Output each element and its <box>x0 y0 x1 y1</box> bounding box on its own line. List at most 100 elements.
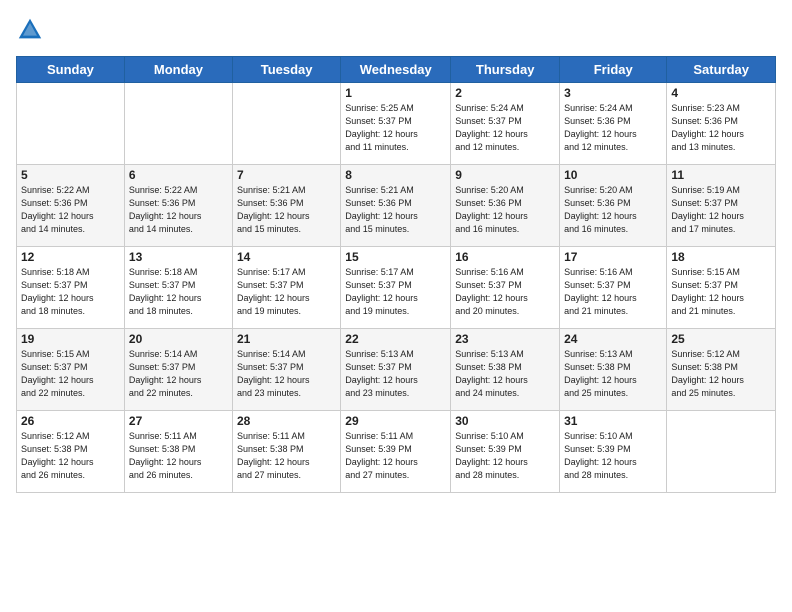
day-number: 27 <box>129 414 228 428</box>
calendar-day-cell: 12Sunrise: 5:18 AM Sunset: 5:37 PM Dayli… <box>17 247 125 329</box>
day-number: 28 <box>237 414 336 428</box>
calendar-day-cell <box>17 83 125 165</box>
calendar-week-row: 1 Sunrise: 5:25 AM Sunset: 5:37 PM Daylig… <box>17 83 776 165</box>
day-info: Sunrise: 5:20 AM Sunset: 5:36 PM Dayligh… <box>455 184 555 236</box>
calendar-week-row: 5 Sunrise: 5:22 AM Sunset: 5:36 PM Daylig… <box>17 165 776 247</box>
day-info: Sunrise: 5:22 AM Sunset: 5:36 PM Dayligh… <box>21 184 120 236</box>
calendar-day-cell: 31 Sunrise: 5:10 AM Sunset: 5:39 PM Dayli… <box>560 411 667 493</box>
day-number: 16 <box>455 250 555 264</box>
day-info: Sunrise: 5:21 AM Sunset: 5:36 PM Dayligh… <box>237 184 336 236</box>
day-number: 20 <box>129 332 228 346</box>
day-info: Sunrise: 5:13 AM Sunset: 5:37 PM Dayligh… <box>345 348 446 400</box>
calendar-day-cell: 16 Sunrise: 5:16 AM Sunset: 5:37 PM Dayli… <box>451 247 560 329</box>
day-header: Thursday <box>451 57 560 83</box>
day-info: Sunrise: 5:14 AM Sunset: 5:37 PM Dayligh… <box>237 348 336 400</box>
calendar-day-cell: 10 Sunrise: 5:20 AM Sunset: 5:36 PM Dayli… <box>560 165 667 247</box>
logo-icon <box>16 16 44 44</box>
calendar-day-cell: 23 Sunrise: 5:13 AM Sunset: 5:38 PM Dayli… <box>451 329 560 411</box>
day-info: Sunrise: 5:24 AM Sunset: 5:37 PM Dayligh… <box>455 102 555 154</box>
day-info: Sunrise: 5:17 AM Sunset: 5:37 PM Dayligh… <box>345 266 446 318</box>
day-info: Sunrise: 5:12 AM Sunset: 5:38 PM Dayligh… <box>21 430 120 482</box>
day-number: 22 <box>345 332 446 346</box>
calendar-day-cell: 14Sunrise: 5:17 AM Sunset: 5:37 PM Dayli… <box>232 247 340 329</box>
day-info: Sunrise: 5:11 AM Sunset: 5:39 PM Dayligh… <box>345 430 446 482</box>
calendar-week-row: 19Sunrise: 5:15 AM Sunset: 5:37 PM Dayli… <box>17 329 776 411</box>
day-info: Sunrise: 5:20 AM Sunset: 5:36 PM Dayligh… <box>564 184 662 236</box>
day-info: Sunrise: 5:21 AM Sunset: 5:36 PM Dayligh… <box>345 184 446 236</box>
calendar-day-cell: 2 Sunrise: 5:24 AM Sunset: 5:37 PM Daylig… <box>451 83 560 165</box>
day-info: Sunrise: 5:23 AM Sunset: 5:36 PM Dayligh… <box>671 102 771 154</box>
day-number: 15 <box>345 250 446 264</box>
calendar-day-cell: 18Sunrise: 5:15 AM Sunset: 5:37 PM Dayli… <box>667 247 776 329</box>
day-number: 30 <box>455 414 555 428</box>
day-number: 31 <box>564 414 662 428</box>
day-info: Sunrise: 5:10 AM Sunset: 5:39 PM Dayligh… <box>455 430 555 482</box>
calendar-day-cell: 20 Sunrise: 5:14 AM Sunset: 5:37 PM Dayli… <box>124 329 232 411</box>
calendar-day-cell: 27 Sunrise: 5:11 AM Sunset: 5:38 PM Dayli… <box>124 411 232 493</box>
calendar-day-cell: 6 Sunrise: 5:22 AM Sunset: 5:36 PM Daylig… <box>124 165 232 247</box>
calendar-day-cell: 29 Sunrise: 5:11 AM Sunset: 5:39 PM Dayli… <box>341 411 451 493</box>
calendar-day-cell: 22 Sunrise: 5:13 AM Sunset: 5:37 PM Dayli… <box>341 329 451 411</box>
calendar-day-cell: 21 Sunrise: 5:14 AM Sunset: 5:37 PM Dayli… <box>232 329 340 411</box>
day-number: 2 <box>455 86 555 100</box>
day-number: 29 <box>345 414 446 428</box>
calendar-day-cell: 25 Sunrise: 5:12 AM Sunset: 5:38 PM Dayli… <box>667 329 776 411</box>
day-info: Sunrise: 5:17 AM Sunset: 5:37 PM Dayligh… <box>237 266 336 318</box>
calendar-day-cell: 28Sunrise: 5:11 AM Sunset: 5:38 PM Dayli… <box>232 411 340 493</box>
day-info: Sunrise: 5:22 AM Sunset: 5:36 PM Dayligh… <box>129 184 228 236</box>
day-number: 23 <box>455 332 555 346</box>
day-header: Monday <box>124 57 232 83</box>
day-info: Sunrise: 5:10 AM Sunset: 5:39 PM Dayligh… <box>564 430 662 482</box>
day-header: Tuesday <box>232 57 340 83</box>
day-number: 8 <box>345 168 446 182</box>
calendar-day-cell: 4Sunrise: 5:23 AM Sunset: 5:36 PM Daylig… <box>667 83 776 165</box>
day-info: Sunrise: 5:15 AM Sunset: 5:37 PM Dayligh… <box>21 348 120 400</box>
day-info: Sunrise: 5:24 AM Sunset: 5:36 PM Dayligh… <box>564 102 662 154</box>
day-info: Sunrise: 5:11 AM Sunset: 5:38 PM Dayligh… <box>129 430 228 482</box>
calendar-header: SundayMondayTuesdayWednesdayThursdayFrid… <box>17 57 776 83</box>
day-info: Sunrise: 5:13 AM Sunset: 5:38 PM Dayligh… <box>564 348 662 400</box>
calendar-table: SundayMondayTuesdayWednesdayThursdayFrid… <box>16 56 776 493</box>
day-info: Sunrise: 5:13 AM Sunset: 5:38 PM Dayligh… <box>455 348 555 400</box>
day-number: 3 <box>564 86 662 100</box>
calendar-day-cell: 9 Sunrise: 5:20 AM Sunset: 5:36 PM Daylig… <box>451 165 560 247</box>
header-row: SundayMondayTuesdayWednesdayThursdayFrid… <box>17 57 776 83</box>
day-number: 17 <box>564 250 662 264</box>
page-container: SundayMondayTuesdayWednesdayThursdayFrid… <box>0 0 792 501</box>
day-number: 21 <box>237 332 336 346</box>
calendar-day-cell: 26 Sunrise: 5:12 AM Sunset: 5:38 PM Dayli… <box>17 411 125 493</box>
day-header: Saturday <box>667 57 776 83</box>
day-number: 1 <box>345 86 446 100</box>
day-info: Sunrise: 5:19 AM Sunset: 5:37 PM Dayligh… <box>671 184 771 236</box>
calendar-day-cell: 15 Sunrise: 5:17 AM Sunset: 5:37 PM Dayli… <box>341 247 451 329</box>
day-info: Sunrise: 5:16 AM Sunset: 5:37 PM Dayligh… <box>455 266 555 318</box>
day-info: Sunrise: 5:25 AM Sunset: 5:37 PM Dayligh… <box>345 102 446 154</box>
day-number: 10 <box>564 168 662 182</box>
calendar-week-row: 26 Sunrise: 5:12 AM Sunset: 5:38 PM Dayli… <box>17 411 776 493</box>
day-number: 24 <box>564 332 662 346</box>
calendar-day-cell <box>124 83 232 165</box>
calendar-day-cell: 13 Sunrise: 5:18 AM Sunset: 5:37 PM Dayli… <box>124 247 232 329</box>
day-number: 6 <box>129 168 228 182</box>
calendar-day-cell: 19Sunrise: 5:15 AM Sunset: 5:37 PM Dayli… <box>17 329 125 411</box>
calendar-day-cell: 5 Sunrise: 5:22 AM Sunset: 5:36 PM Daylig… <box>17 165 125 247</box>
day-number: 11 <box>671 168 771 182</box>
calendar-day-cell: 7 Sunrise: 5:21 AM Sunset: 5:36 PM Daylig… <box>232 165 340 247</box>
day-info: Sunrise: 5:12 AM Sunset: 5:38 PM Dayligh… <box>671 348 771 400</box>
day-number: 12 <box>21 250 120 264</box>
day-number: 25 <box>671 332 771 346</box>
day-info: Sunrise: 5:14 AM Sunset: 5:37 PM Dayligh… <box>129 348 228 400</box>
day-number: 9 <box>455 168 555 182</box>
day-number: 26 <box>21 414 120 428</box>
calendar-day-cell: 17Sunrise: 5:16 AM Sunset: 5:37 PM Dayli… <box>560 247 667 329</box>
calendar-day-cell: 30 Sunrise: 5:10 AM Sunset: 5:39 PM Dayli… <box>451 411 560 493</box>
calendar-day-cell: 8 Sunrise: 5:21 AM Sunset: 5:36 PM Daylig… <box>341 165 451 247</box>
day-number: 7 <box>237 168 336 182</box>
day-number: 13 <box>129 250 228 264</box>
day-info: Sunrise: 5:18 AM Sunset: 5:37 PM Dayligh… <box>129 266 228 318</box>
calendar-day-cell <box>667 411 776 493</box>
calendar-day-cell: 11 Sunrise: 5:19 AM Sunset: 5:37 PM Dayli… <box>667 165 776 247</box>
calendar-day-cell: 1 Sunrise: 5:25 AM Sunset: 5:37 PM Daylig… <box>341 83 451 165</box>
day-header: Wednesday <box>341 57 451 83</box>
day-number: 5 <box>21 168 120 182</box>
